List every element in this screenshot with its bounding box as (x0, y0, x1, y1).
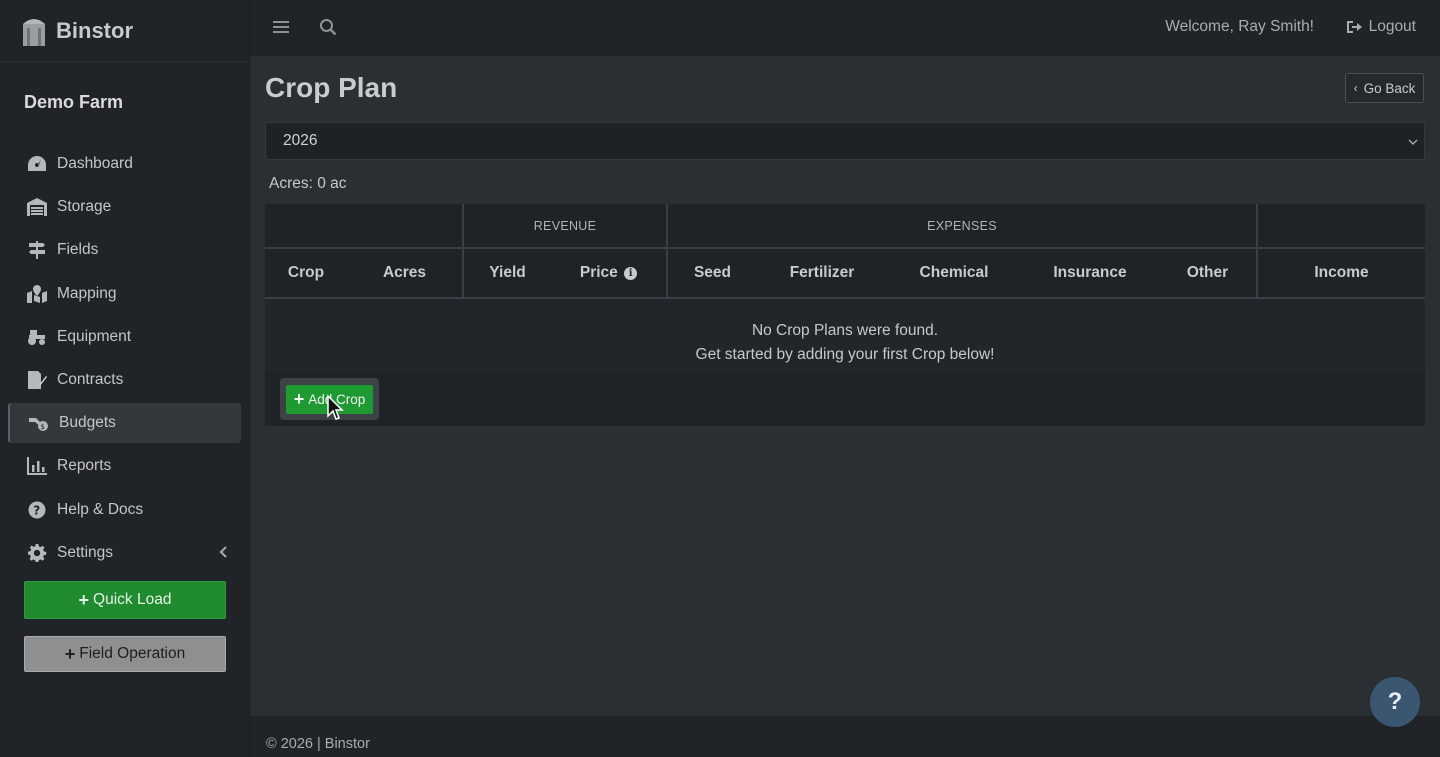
sidebar-item-dashboard[interactable]: Dashboard (8, 144, 241, 184)
info-icon[interactable]: i (624, 267, 638, 280)
brand-name: Binstor (56, 17, 133, 43)
col-insurance[interactable]: Insurance (1021, 248, 1159, 299)
plus-icon: + (78, 590, 90, 610)
sidebar-item-label: Storage (57, 198, 112, 216)
table-column-header: Crop Acres Yield Price i Seed Fertilizer… (265, 248, 1425, 299)
col-crop[interactable]: Crop (265, 248, 347, 299)
sidebar-item-label: Equipment (57, 327, 132, 345)
brand[interactable]: Binstor (0, 0, 249, 62)
gear-icon (26, 543, 48, 563)
col-yield[interactable]: Yield (462, 248, 551, 299)
field-operation-button[interactable]: + Field Operation (24, 636, 226, 672)
empty-state-line2: Get started by adding your first Crop be… (695, 345, 995, 363)
sidebar-item-equipment[interactable]: Equipment (8, 317, 241, 357)
sidebar-item-label: Budgets (59, 414, 116, 432)
go-back-button[interactable]: ‹ Go Back (1345, 73, 1424, 103)
sidebar: Binstor Demo Farm Dashboard Storage Fiel… (0, 0, 250, 757)
col-acres[interactable]: Acres (347, 248, 463, 299)
col-seed[interactable]: Seed (666, 248, 757, 299)
mouse-pointer-icon (327, 394, 344, 420)
dashboard-icon (26, 154, 48, 174)
svg-text:?: ? (33, 503, 40, 517)
plus-icon: + (64, 644, 76, 664)
group-empty (1256, 204, 1425, 249)
col-chemical[interactable]: Chemical (887, 248, 1021, 299)
col-other[interactable]: Other (1159, 248, 1257, 299)
year-selected-value: 2026 (283, 132, 318, 149)
sidebar-item-reports[interactable]: Reports (8, 446, 241, 486)
svg-text:$: $ (41, 423, 45, 431)
bar-chart-icon (26, 456, 48, 476)
sidebar-item-label: Reports (57, 457, 112, 475)
sidebar-item-mapping[interactable]: Mapping (8, 274, 241, 314)
signpost-icon (26, 240, 48, 260)
table-group-header: REVENUE EXPENSES (265, 204, 1425, 249)
map-marked-icon (26, 284, 48, 304)
col-income[interactable]: Income (1256, 248, 1425, 299)
warehouse-icon (26, 197, 48, 217)
col-price[interactable]: Price i (551, 248, 667, 299)
sidebar-item-label: Fields (57, 241, 99, 259)
col-fertilizer[interactable]: Fertilizer (757, 248, 887, 299)
sidebar-item-label: Help & Docs (57, 500, 144, 518)
page-title: Crop Plan (265, 72, 398, 103)
crop-plan-table: REVENUE EXPENSES Crop Acres Yield Price … (265, 204, 1425, 426)
hand-holding-dollar-icon: $ (28, 413, 50, 433)
tractor-icon (26, 327, 48, 347)
chevron-left-icon (219, 545, 227, 558)
chevron-down-icon (1408, 139, 1418, 145)
empty-state-row: No Crop Plans were found. Get started by… (265, 298, 1425, 372)
footer: © 2026 | Binstor (250, 716, 1440, 757)
hamburger-menu-icon[interactable] (273, 19, 289, 35)
farm-name: Demo Farm (24, 92, 124, 112)
year-select[interactable]: 2026 (265, 122, 1425, 160)
sidebar-item-contracts[interactable]: Contracts (8, 360, 241, 400)
sidebar-item-budgets[interactable]: $ Budgets (8, 403, 241, 444)
logout-link[interactable]: Logout (1346, 18, 1416, 36)
sidebar-item-help-docs[interactable]: ? Help & Docs (8, 490, 241, 530)
search-icon[interactable] (319, 18, 337, 36)
quick-load-button[interactable]: + Quick Load (24, 581, 226, 619)
sidebar-item-label: Contracts (57, 370, 124, 388)
sidebar-item-label: Dashboard (57, 155, 133, 172)
chevron-left-icon: ‹ (1353, 81, 1358, 95)
sidebar-item-fields[interactable]: Fields (8, 230, 241, 270)
plus-icon: + (293, 389, 305, 409)
sidebar-nav: Dashboard Storage Fields Mapping Equipme… (0, 144, 249, 573)
group-expenses: EXPENSES (666, 204, 1257, 249)
question-icon: ? (1387, 688, 1403, 715)
acres-summary: Acres: 0 ac (269, 175, 347, 192)
sidebar-item-settings[interactable]: Settings (8, 533, 241, 573)
group-revenue: REVENUE (462, 204, 667, 249)
sidebar-item-label: Settings (57, 543, 114, 561)
file-signature-icon (26, 370, 48, 390)
sidebar-item-storage[interactable]: Storage (8, 187, 241, 227)
silo-logo-icon (23, 18, 45, 46)
sidebar-item-label: Mapping (57, 284, 117, 302)
empty-state-line1: No Crop Plans were found. (751, 321, 939, 339)
question-circle-icon: ? (26, 500, 48, 520)
footer-copyright: © 2026 | Binstor (266, 736, 370, 752)
help-fab-button[interactable]: ? (1370, 677, 1420, 727)
welcome-text: Welcome, Ray Smith! (1165, 18, 1314, 35)
group-empty (265, 204, 463, 249)
topbar: Welcome, Ray Smith! Logout (250, 0, 1440, 56)
empty-state: No Crop Plans were found. Get started by… (265, 298, 1425, 372)
sign-out-icon (1346, 21, 1362, 33)
